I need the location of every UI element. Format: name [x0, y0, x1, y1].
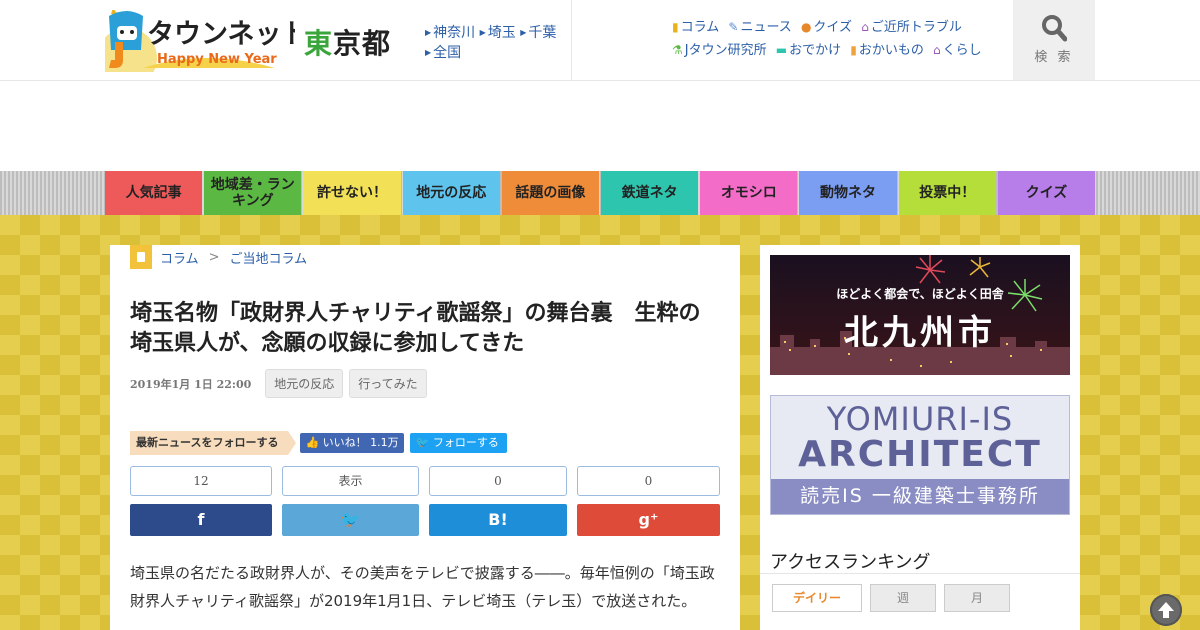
breadcrumb: コラム > ご当地コラム — [130, 245, 307, 269]
cat-link-living[interactable]: くらし — [943, 43, 982, 58]
breadcrumb-separator: > — [208, 249, 220, 265]
kitakyushu-banner[interactable]: ほどよく都会で、ほどよく田舎 北九州市 — [770, 255, 1070, 375]
thumbs-up-icon: 👍 — [305, 436, 323, 449]
share-count-twitter[interactable]: 表示 — [282, 466, 419, 496]
triangle-icon: ▶ — [520, 28, 527, 37]
pencil-icon: ✎ — [728, 20, 739, 34]
search-icon — [1042, 15, 1067, 42]
cat-link-odekake[interactable]: おでかけ — [789, 43, 841, 58]
googleplus-share-button[interactable]: g⁺ — [577, 504, 720, 536]
article-title: 埼玉名物「政財界人チャリティ歌謡祭」の舞台裏 生粋の埼玉県人が、念願の収録に参加… — [130, 301, 701, 356]
cat-link-trouble[interactable]: ご近所トラブル — [871, 20, 962, 35]
ranking-title: アクセスランキング — [770, 552, 931, 573]
share-count-facebook: 12 — [130, 466, 272, 496]
article-meta: 2019年1月 1日 22:00 地元の反応 行ってみた — [130, 369, 427, 398]
twitter-icon: 🐦 — [415, 436, 433, 449]
triangle-icon: ▶ — [479, 28, 486, 37]
tab-weekly[interactable]: 週 — [870, 584, 936, 612]
hatena-icon: B! — [488, 510, 508, 529]
nav-item-unforgivable[interactable]: 許せない！ — [303, 171, 401, 215]
breadcrumb-column[interactable]: コラム — [160, 248, 199, 267]
notepad-icon — [130, 245, 152, 269]
site-logo[interactable]: タウンネット Happy New Year — [97, 8, 308, 88]
facebook-share-button[interactable]: f — [130, 504, 272, 536]
twitter-follow-button[interactable]: 🐦 フォローする — [409, 433, 507, 453]
nav-item-quiz[interactable]: クイズ — [997, 171, 1096, 215]
article-body: 埼玉県の名だたる政財界人が、その美声をテレビで披露する――。毎年恒例の「埼玉政財… — [130, 564, 715, 610]
area-link-national[interactable]: 全国 — [433, 45, 461, 61]
share-twitter: 表示 🐦 — [282, 466, 419, 536]
ranking-tabs: デイリー 週 月 — [772, 584, 1010, 612]
banner2-line3: 読売IS 一級建築士事務所 — [771, 479, 1069, 514]
car-icon: ▬ — [775, 43, 788, 57]
category-links: ▮ コラム ✎ ニュース ● クイズ ⌂ ご近所トラブル ⚗ Jタウン研究所 ▬ おでかけ … — [672, 16, 1002, 62]
nav-item-funny[interactable]: オモシロ — [700, 171, 798, 215]
article-card: コラム > ご当地コラム 埼玉名物「政財界人チャリティ歌謡祭」の舞台裏 生粋の埼… — [110, 245, 740, 630]
share-hatena: 0 B! — [429, 466, 567, 536]
share-facebook: 12 f — [130, 466, 272, 536]
facebook-like-button[interactable]: 👍 いいね！ 1.1万 — [300, 433, 404, 453]
header-divider — [571, 0, 572, 81]
area-link-saitama[interactable]: 埼玉 — [488, 25, 516, 41]
facebook-icon: f — [197, 510, 205, 529]
quiz-icon: ● — [800, 20, 812, 34]
article-date: 2019年1月 1日 22:00 — [130, 377, 252, 391]
ad-space — [0, 81, 1200, 171]
yomiuri-is-banner[interactable]: YOMIURI-IS ARCHITECT 読売IS 一級建築士事務所 — [770, 395, 1070, 515]
notepad-icon: ▮ — [672, 20, 679, 34]
area-link-kanagawa[interactable]: 神奈川 — [433, 25, 475, 41]
area-links: ▶ 神奈川 ▶ 埼玉 ▶ 千葉 ▶ 全国 — [425, 24, 565, 64]
house-icon: ⌂ — [933, 43, 941, 57]
breadcrumb-local-column[interactable]: ご当地コラム — [230, 248, 308, 267]
nav-item-local-reaction[interactable]: 地元の反応 — [402, 171, 500, 215]
nav-item-images[interactable]: 話題の画像 — [501, 171, 600, 215]
site-header: タウンネット Happy New Year 東京都 ▶ 神奈川 ▶ 埼玉 ▶ 千葉 ▶… — [0, 0, 1200, 88]
back-to-top-button[interactable] — [1150, 594, 1182, 626]
prefecture-title: 東京都 — [304, 27, 392, 60]
ranking-divider — [760, 573, 1080, 574]
twitter-share-button[interactable]: 🐦 — [282, 504, 419, 536]
arrow-up-icon — [1158, 602, 1174, 618]
follow-bar: 最新ニュースをフォローする 👍 いいね！ 1.1万 🐦 フォローする — [130, 431, 507, 455]
search-button[interactable]: 検 索 — [1013, 0, 1095, 80]
googleplus-icon: g⁺ — [638, 510, 659, 529]
nav-item-ranking[interactable]: 地域差・ランキング — [204, 171, 302, 215]
nav-item-animals[interactable]: 動物ネタ — [799, 171, 897, 215]
area-link-chiba[interactable]: 千葉 — [528, 25, 556, 41]
flask-icon: ⚗ — [672, 43, 683, 57]
banner2-line1: YOMIURI-IS — [826, 400, 1014, 438]
share-count-googleplus: 0 — [577, 466, 720, 496]
share-count-hatena: 0 — [429, 466, 567, 496]
tab-daily[interactable]: デイリー — [772, 584, 862, 612]
nav-item-voting[interactable]: 投票中！ — [898, 171, 996, 215]
nav-item-popular[interactable]: 人気記事 — [105, 171, 203, 215]
banner2-line2: ARCHITECT — [798, 434, 1042, 475]
triangle-icon: ▶ — [425, 48, 432, 57]
tag-went-there[interactable]: 行ってみた — [349, 369, 427, 398]
svg-text:タウンネット: タウンネット — [147, 19, 295, 50]
svg-text:Happy New Year: Happy New Year — [157, 52, 277, 67]
bag-icon: ▮ — [850, 43, 857, 57]
hatena-bookmark-button[interactable]: B! — [429, 504, 567, 536]
nav-item-railway[interactable]: 鉄道ネタ — [601, 171, 699, 215]
cat-link-lab[interactable]: Jタウン研究所 — [685, 43, 767, 58]
tab-monthly[interactable]: 月 — [944, 584, 1010, 612]
banner-tagline: ほどよく都会で、ほどよく田舎 — [836, 287, 1004, 301]
follow-label: 最新ニュースをフォローする — [130, 431, 297, 455]
category-nav: 人気記事 地域差・ランキング 許せない！ 地元の反応 話題の画像 鉄道ネタ オモ… — [105, 171, 1096, 215]
cat-link-shopping[interactable]: おかいもの — [859, 43, 924, 58]
triangle-icon: ▶ — [425, 28, 432, 37]
cat-link-news[interactable]: ニュース — [740, 20, 791, 35]
twitter-icon: 🐦 — [340, 510, 361, 529]
cat-link-quiz[interactable]: クイズ — [813, 20, 852, 35]
search-label: 検 索 — [1034, 50, 1074, 65]
tag-local-reaction[interactable]: 地元の反応 — [265, 369, 344, 398]
cat-link-column[interactable]: コラム — [681, 20, 720, 35]
house-icon: ⌂ — [861, 20, 869, 34]
sidebar: ほどよく都会で、ほどよく田舎 北九州市 YOMIURI-IS ARCHITECT… — [760, 245, 1080, 630]
banner-city-name: 北九州市 — [844, 313, 996, 353]
share-googleplus: 0 g⁺ — [577, 466, 720, 536]
